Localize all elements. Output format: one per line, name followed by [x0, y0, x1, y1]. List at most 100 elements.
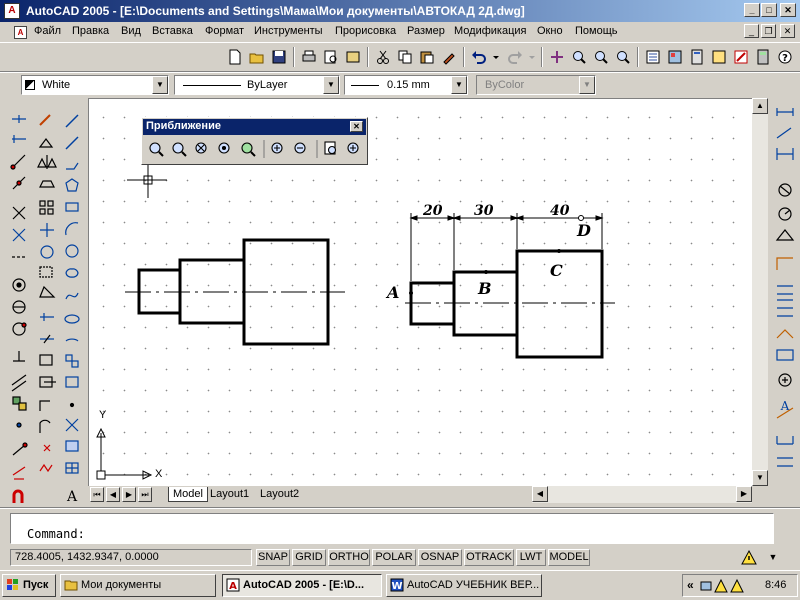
coordinates-display[interactable]: 728.4005, 1432.9347, 0.0000 — [10, 549, 252, 566]
menu-view[interactable]: Вид — [121, 25, 141, 37]
doc-close-button[interactable]: ✕ — [780, 24, 795, 38]
publish-icon[interactable] — [342, 46, 364, 68]
plotstyle-combo: ByColor ▼ — [476, 75, 596, 95]
doc-minimize-button[interactable]: _ — [744, 24, 759, 38]
markup-icon[interactable] — [730, 46, 752, 68]
color-value: White — [42, 79, 71, 91]
calculator-icon[interactable] — [752, 46, 774, 68]
crosshair-cursor — [127, 161, 167, 198]
last-tab-button[interactable]: ⏭ — [138, 487, 152, 502]
zoom-realtime-icon[interactable] — [568, 46, 590, 68]
scroll-up-button[interactable]: ▲ — [752, 98, 768, 114]
undo-dropdown-icon[interactable] — [491, 46, 501, 68]
document-icon[interactable]: A — [14, 26, 27, 39]
properties-icon[interactable] — [642, 46, 664, 68]
menu-insert[interactable]: Вставка — [152, 25, 193, 37]
sheet-set-icon[interactable] — [708, 46, 730, 68]
menu-dimension[interactable]: Размер — [407, 25, 445, 37]
scroll-right-button[interactable]: ▶ — [736, 486, 752, 502]
zoom-toolbar-title: Приближение — [146, 120, 221, 132]
help-icon[interactable]: ? — [774, 46, 796, 68]
zoom-toolbar-header[interactable]: Приближение ✕ — [143, 119, 366, 135]
zoom-toolbar[interactable]: Приближение ✕ — [141, 117, 368, 165]
zoom-window-icon[interactable] — [590, 46, 612, 68]
design-center-icon[interactable] — [664, 46, 686, 68]
lwt-toggle[interactable]: LWT — [516, 549, 546, 566]
chevron-down-icon[interactable]: ▼ — [323, 76, 339, 94]
ortho-toggle[interactable]: ORTHO — [328, 549, 370, 566]
scroll-down-button[interactable]: ▼ — [752, 470, 768, 486]
next-tab-button[interactable]: ▶ — [122, 487, 136, 502]
plot-icon[interactable] — [298, 46, 320, 68]
menu-help[interactable]: Помощь — [575, 25, 618, 37]
left-toolbar-icons[interactable]: A — [0, 97, 88, 507]
menu-edit[interactable]: Правка — [72, 25, 109, 37]
linetype-value: ByLayer — [247, 79, 288, 91]
menu-window[interactable]: Окно — [537, 25, 563, 37]
snap-toggle[interactable]: SNAP — [256, 549, 290, 566]
model-toggle[interactable]: MODEL — [548, 549, 590, 566]
save-icon[interactable] — [268, 46, 290, 68]
match-properties-icon[interactable] — [438, 46, 460, 68]
lineweight-combo[interactable]: 0.15 mm ▼ — [344, 75, 468, 95]
point-d-marker — [578, 215, 584, 221]
open-file-icon[interactable] — [246, 46, 268, 68]
zoom-in-icon — [271, 142, 283, 154]
tab-layout2[interactable]: Layout2 — [256, 487, 303, 502]
autocad-task-icon: A — [226, 578, 240, 592]
prev-tab-button[interactable]: ◀ — [106, 487, 120, 502]
task-word-document[interactable]: W AutoCAD УЧЕБНИК ВЕР... — [386, 574, 542, 597]
right-toolbar-icons[interactable]: A — [770, 98, 800, 508]
paste-icon[interactable] — [416, 46, 438, 68]
tab-model[interactable]: Model — [168, 487, 208, 502]
autocad-app-icon[interactable]: A — [4, 3, 20, 19]
plot-preview-icon[interactable] — [320, 46, 342, 68]
undo-icon[interactable] — [468, 46, 490, 68]
otrack-toggle[interactable]: OTRACK — [464, 549, 514, 566]
linetype-combo[interactable]: ByLayer ▼ — [174, 75, 340, 95]
horizontal-scrollbar[interactable]: ◀ ▶ — [532, 486, 752, 503]
grid-toggle[interactable]: GRID — [292, 549, 326, 566]
chevron-down-icon[interactable]: ▼ — [152, 76, 168, 94]
menu-file[interactable]: Файл — [34, 25, 61, 37]
vertical-scrollbar[interactable]: ▲ ▼ — [752, 98, 768, 486]
pan-realtime-icon[interactable] — [546, 46, 568, 68]
command-line[interactable]: Command: — [10, 513, 774, 544]
close-button[interactable]: ✕ — [780, 3, 796, 17]
maximize-button[interactable]: □ — [761, 3, 777, 17]
close-icon[interactable]: ✕ — [350, 121, 363, 132]
polar-toggle[interactable]: POLAR — [372, 549, 416, 566]
separator — [463, 47, 465, 67]
start-button[interactable]: Пуск — [2, 574, 56, 597]
chevron-down-icon[interactable]: ▼ — [451, 76, 467, 94]
tool-palettes-icon[interactable] — [686, 46, 708, 68]
zoom-extents-icon — [347, 142, 359, 154]
scroll-left-button[interactable]: ◀ — [532, 486, 548, 502]
zoom-toolbar-icons[interactable] — [143, 137, 368, 163]
cut-icon[interactable] — [372, 46, 394, 68]
minimize-button[interactable]: _ — [744, 3, 760, 17]
window-title: AutoCAD 2005 - [E:\Documents and Setting… — [26, 4, 525, 18]
osnap-toggle[interactable]: OSNAP — [418, 549, 462, 566]
status-menu-chevron-icon[interactable]: ▼ — [766, 552, 780, 564]
copy-icon[interactable] — [394, 46, 416, 68]
menu-draw[interactable]: Прорисовка — [335, 25, 396, 37]
color-combo[interactable]: White ▼ — [21, 75, 169, 95]
menu-format[interactable]: Формат — [205, 25, 244, 37]
menu-modify[interactable]: Модификация — [454, 25, 527, 37]
zoom-previous-icon[interactable] — [612, 46, 634, 68]
task-autocad[interactable]: A AutoCAD 2005 - [E:\D... — [222, 574, 382, 597]
first-tab-button[interactable]: ⏮ — [90, 487, 104, 502]
tray-icons[interactable] — [699, 578, 753, 594]
menu-tools[interactable]: Инструменты — [254, 25, 323, 37]
redo-icon[interactable] — [504, 46, 526, 68]
svg-text:?: ? — [782, 53, 788, 64]
tray-expand-icon[interactable]: « — [687, 578, 694, 592]
task-my-documents[interactable]: Мои документы — [60, 574, 216, 597]
redo-dropdown-icon[interactable] — [527, 46, 537, 68]
tab-layout1[interactable]: Layout1 — [206, 487, 253, 502]
zoom-window-icon — [149, 142, 164, 157]
communication-center-icon[interactable] — [740, 549, 758, 566]
new-file-icon[interactable] — [224, 46, 246, 68]
doc-restore-button[interactable]: ❐ — [761, 24, 776, 38]
